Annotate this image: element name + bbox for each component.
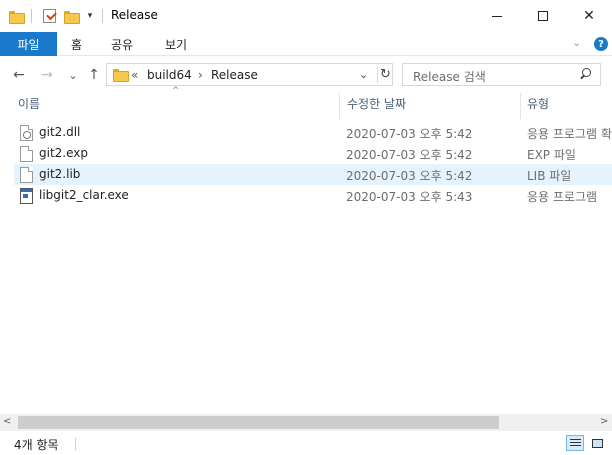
file-row-selected[interactable]: git2.lib 2020-07-03 오후 5:42 LIB 파일	[14, 164, 612, 185]
maximize-icon	[538, 11, 548, 21]
title-divider	[102, 9, 103, 23]
column-divider[interactable]	[520, 93, 521, 119]
file-type: EXP 파일	[527, 148, 576, 162]
column-header-name[interactable]: 이름	[18, 95, 40, 115]
tab-home[interactable]: 홈	[71, 32, 82, 56]
details-view-button[interactable]	[566, 435, 584, 451]
address-bar[interactable]: « build64 › Release ⌄ ↻	[106, 63, 393, 86]
refresh-icon[interactable]: ↻	[377, 67, 393, 83]
scrollbar-thumb[interactable]	[18, 416, 499, 429]
scroll-right-icon[interactable]: >	[600, 416, 608, 427]
column-header-type[interactable]: 유형	[527, 95, 549, 115]
minimize-icon	[492, 15, 502, 17]
folder-icon[interactable]	[9, 8, 25, 24]
file-modified: 2020-07-03 오후 5:42	[346, 148, 473, 162]
dll-file-icon	[20, 125, 33, 141]
properties-icon[interactable]	[41, 8, 57, 24]
file-modified: 2020-07-03 오후 5:43	[346, 190, 473, 204]
exe-file-icon	[20, 188, 33, 204]
back-icon[interactable]: ←	[10, 66, 28, 84]
column-divider[interactable]	[339, 93, 340, 119]
help-icon[interactable]: ?	[594, 37, 608, 51]
address-dropdown-icon[interactable]: ⌄	[359, 68, 368, 81]
file-name: git2.dll	[39, 125, 81, 139]
status-divider	[75, 438, 76, 450]
customize-quick-access-icon[interactable]: ▾	[84, 8, 96, 24]
scroll-left-icon[interactable]: <	[3, 416, 11, 427]
details-view-icon	[570, 439, 581, 448]
search-box[interactable]: Release 검색	[402, 63, 601, 86]
tab-view[interactable]: 보기	[165, 32, 187, 56]
status-bar: 4개 항목	[0, 431, 612, 455]
file-icon	[20, 146, 33, 162]
file-row[interactable]: git2.dll 2020-07-03 오후 5:42 응용 프로그램 확	[14, 122, 612, 143]
column-header-modified[interactable]: 수정한 날짜	[347, 95, 406, 115]
file-row[interactable]: git2.exp 2020-07-03 오후 5:42 EXP 파일	[14, 143, 612, 164]
tab-share[interactable]: 공유	[111, 32, 133, 56]
ribbon: 파일 홈 공유 보기	[0, 32, 612, 56]
file-type: 응용 프로그램	[527, 190, 598, 204]
file-name: libgit2_clar.exe	[39, 188, 129, 202]
close-icon: ✕	[583, 8, 595, 24]
breadcrumb-release[interactable]: Release	[211, 68, 258, 82]
file-type: 응용 프로그램 확	[527, 127, 612, 141]
breadcrumb-separator[interactable]: ›	[198, 68, 203, 82]
sort-ascending-icon: ^	[172, 86, 180, 96]
file-icon	[20, 167, 33, 183]
tab-file[interactable]: 파일	[0, 32, 57, 56]
large-icons-view-button[interactable]	[588, 435, 606, 451]
close-button[interactable]: ✕	[566, 0, 612, 32]
title-bar: ▾ Release ✕	[0, 0, 612, 32]
search-icon[interactable]	[579, 68, 591, 80]
file-name: git2.exp	[39, 146, 88, 160]
recent-locations-icon[interactable]: ⌄	[64, 66, 82, 84]
breadcrumb-overflow[interactable]: «	[131, 68, 138, 82]
search-input[interactable]: Release 검색	[413, 68, 486, 85]
maximize-button[interactable]	[520, 0, 566, 32]
file-name: git2.lib	[39, 167, 81, 181]
minimize-button[interactable]	[474, 0, 520, 32]
item-count: 4개 항목	[14, 438, 59, 452]
file-type: LIB 파일	[527, 169, 572, 183]
horizontal-scrollbar[interactable]: < >	[0, 414, 612, 431]
large-icons-view-icon	[592, 439, 603, 448]
window-title: Release	[111, 8, 158, 22]
file-modified: 2020-07-03 오후 5:42	[346, 127, 473, 141]
address-folder-icon	[113, 69, 129, 82]
breadcrumb-build64[interactable]: build64	[147, 68, 192, 82]
file-modified: 2020-07-03 오후 5:42	[346, 169, 473, 183]
up-icon[interactable]: ↑	[85, 66, 103, 84]
new-folder-icon[interactable]	[64, 8, 80, 24]
file-row[interactable]: libgit2_clar.exe 2020-07-03 오후 5:43 응용 프…	[14, 185, 612, 206]
forward-icon[interactable]: →	[38, 66, 56, 84]
expand-ribbon-icon[interactable]: ⌄	[572, 36, 581, 49]
quick-access-divider	[31, 9, 32, 23]
